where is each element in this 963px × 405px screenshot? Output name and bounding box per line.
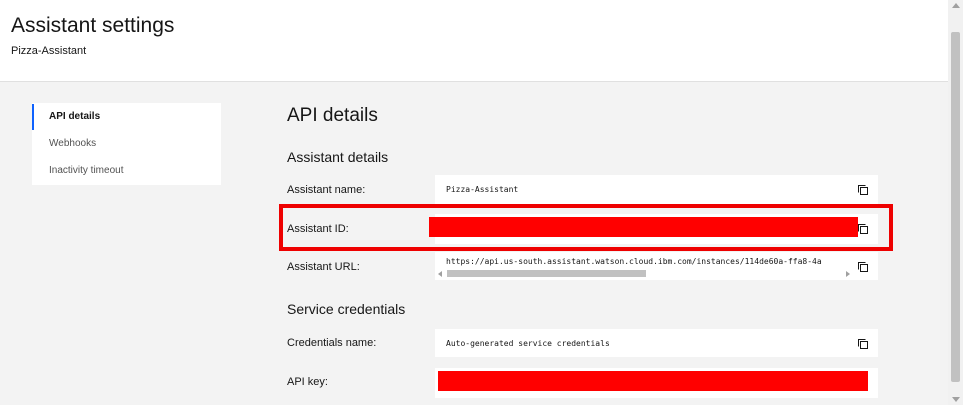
sidenav-item-webhooks[interactable]: Webhooks — [32, 131, 221, 157]
service-credentials-heading: Service credentials — [287, 301, 406, 317]
highlight-annotation-box — [279, 204, 893, 251]
scroll-thumb[interactable] — [951, 32, 960, 382]
horizontal-scrollbar[interactable] — [438, 268, 850, 278]
credentials-name-label: Credentials name: — [287, 337, 377, 349]
credentials-name-field: Auto-generated service credentials — [435, 329, 878, 357]
api-key-label: API key: — [287, 376, 328, 388]
sidenav-item-inactivity-timeout[interactable]: Inactivity timeout — [32, 158, 221, 184]
copy-icon[interactable] — [857, 261, 869, 273]
credentials-name-value: Auto-generated service credentials — [446, 339, 610, 348]
assistant-url-value: https://api.us-south.assistant.watson.cl… — [446, 257, 822, 266]
page-header: Assistant settings Pizza-Assistant — [0, 0, 948, 82]
sidenav-item-api-details[interactable]: API details — [32, 104, 221, 130]
assistant-name-field: Pizza-Assistant — [435, 175, 878, 205]
assistant-details-heading: Assistant details — [287, 149, 389, 165]
assistant-url-field: https://api.us-south.assistant.watson.cl… — [435, 252, 878, 280]
vertical-scrollbar[interactable] — [948, 0, 963, 405]
assistant-url-label: Assistant URL: — [287, 261, 360, 273]
redaction-bar-api-key — [438, 371, 868, 391]
settings-sidenav: API details Webhooks Inactivity timeout — [32, 103, 221, 185]
page-subtitle: Pizza-Assistant — [11, 45, 87, 57]
copy-icon[interactable] — [857, 184, 869, 196]
page-title: Assistant settings — [11, 14, 175, 37]
assistant-name-value: Pizza-Assistant — [446, 185, 519, 194]
copy-icon[interactable] — [857, 338, 869, 350]
assistant-name-label: Assistant name: — [287, 184, 366, 196]
scroll-down-arrow-icon[interactable] — [952, 397, 960, 402]
scroll-left-arrow-icon[interactable] — [438, 271, 442, 277]
scroll-up-arrow-icon[interactable] — [952, 3, 960, 8]
scroll-right-arrow-icon[interactable] — [846, 271, 850, 277]
horizontal-scroll-thumb[interactable] — [447, 270, 646, 277]
section-title: API details — [287, 105, 378, 126]
